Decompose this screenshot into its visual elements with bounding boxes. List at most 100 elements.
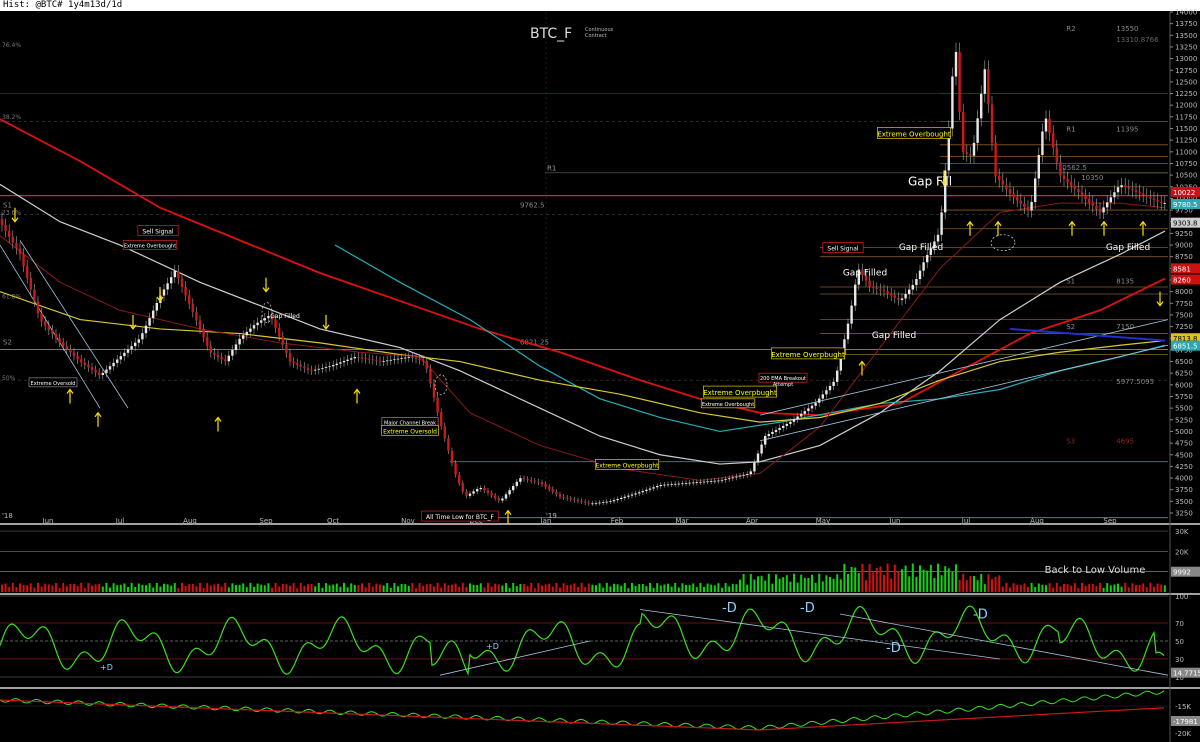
volume-bar (656, 583, 659, 592)
candle (1037, 154, 1040, 179)
volume-bar (829, 577, 831, 592)
fib-label: 61.8% (2, 294, 21, 301)
candle (1041, 131, 1044, 155)
volume-bar (962, 573, 965, 592)
volume-bar (703, 586, 705, 592)
candle (728, 478, 731, 480)
volume-bar (235, 585, 237, 592)
volume-bar (692, 583, 695, 592)
volume-bar (249, 582, 252, 592)
candle (98, 372, 101, 375)
volume-bar (40, 586, 43, 592)
candle (702, 481, 706, 483)
rsi-trend (439, 640, 591, 676)
year-label: '19 (546, 512, 557, 520)
candle (90, 367, 94, 370)
candle (990, 104, 994, 143)
volume-bar (1113, 584, 1116, 592)
candle (792, 419, 796, 422)
volume-bar (69, 583, 72, 592)
candle (738, 475, 742, 477)
volume-bar (224, 582, 227, 592)
candle (785, 423, 788, 426)
candle (1160, 201, 1163, 204)
rsi-trend (639, 609, 1001, 660)
candle (720, 479, 724, 481)
volume-bar (1142, 583, 1145, 592)
chart-window: Hist: @BTC# 1y4m13d/1d 3250 3500 3750 4000 4… (0, 0, 1200, 742)
volume-bar (771, 583, 774, 592)
volume-bar (109, 587, 111, 592)
volume-bar (242, 583, 245, 592)
candle (108, 366, 112, 370)
volume-bar (195, 586, 198, 592)
volume-bar (919, 565, 921, 592)
volume-bar (1120, 586, 1123, 592)
candle (954, 51, 958, 77)
fib-label: 50% (2, 375, 16, 382)
annotation: Sell Signal (827, 246, 859, 253)
candle (429, 368, 432, 384)
candle (908, 289, 911, 294)
volume-bar (119, 584, 122, 592)
candle (425, 360, 428, 369)
price-tag-label: 9303.8 (1173, 220, 1198, 228)
volume-bar (613, 583, 615, 592)
month-label: Nov (401, 517, 415, 525)
volume-bar (1048, 583, 1051, 592)
pivot-label: S2 (3, 339, 12, 347)
volume-bar (533, 588, 536, 592)
candle (454, 463, 457, 475)
candle (688, 482, 691, 484)
volume-bar (911, 563, 914, 592)
candle (512, 485, 515, 491)
candle (476, 489, 479, 492)
chart-title: BTC_F (530, 26, 572, 42)
volume-bar (667, 583, 669, 592)
candle (800, 413, 803, 417)
volume-bar (328, 585, 331, 592)
volume-bar (343, 582, 345, 592)
volume-bar (397, 586, 399, 592)
volume-bar (847, 573, 849, 592)
volume-bar (584, 587, 587, 592)
rsi-note: -D (800, 601, 815, 616)
volume-bar (602, 587, 605, 592)
volume-bar (555, 582, 558, 592)
month-label: Sep (259, 517, 273, 525)
candle (1127, 186, 1130, 189)
volume-bar (292, 583, 295, 592)
volume-bar (314, 586, 317, 592)
candle (735, 476, 738, 478)
candle (436, 397, 439, 413)
candle (1005, 184, 1008, 190)
candle (828, 386, 832, 391)
volume-bar (519, 584, 522, 592)
candle (890, 293, 893, 296)
candle (195, 312, 198, 321)
volume-bar (271, 587, 273, 592)
candle (1152, 198, 1156, 201)
candle (1073, 185, 1076, 189)
candle (803, 411, 806, 414)
volume-bar (184, 585, 187, 592)
price-tick-label: 5000 (1175, 428, 1193, 436)
volume-bar (1088, 584, 1091, 592)
pivot-label: R2 (1066, 25, 1075, 33)
price-chart[interactable]: 3250 3500 3750 4000 4250 4500 4750 5000 5250 5500… (0, 0, 1200, 742)
annotation: Extreme Overpbught (771, 351, 845, 359)
candle (886, 291, 889, 294)
volume-bar (98, 583, 101, 592)
volume-bar (400, 583, 403, 592)
volume-bar (854, 567, 857, 592)
volume-bar (789, 581, 792, 592)
price-tick-label: 12000 (1175, 102, 1197, 110)
volume-bar (670, 586, 673, 592)
candle (620, 497, 623, 499)
candle (1088, 198, 1091, 203)
candle (540, 482, 544, 485)
candle (918, 270, 922, 280)
candle (256, 322, 259, 326)
candle (4, 224, 7, 231)
volume-bar (263, 585, 266, 592)
